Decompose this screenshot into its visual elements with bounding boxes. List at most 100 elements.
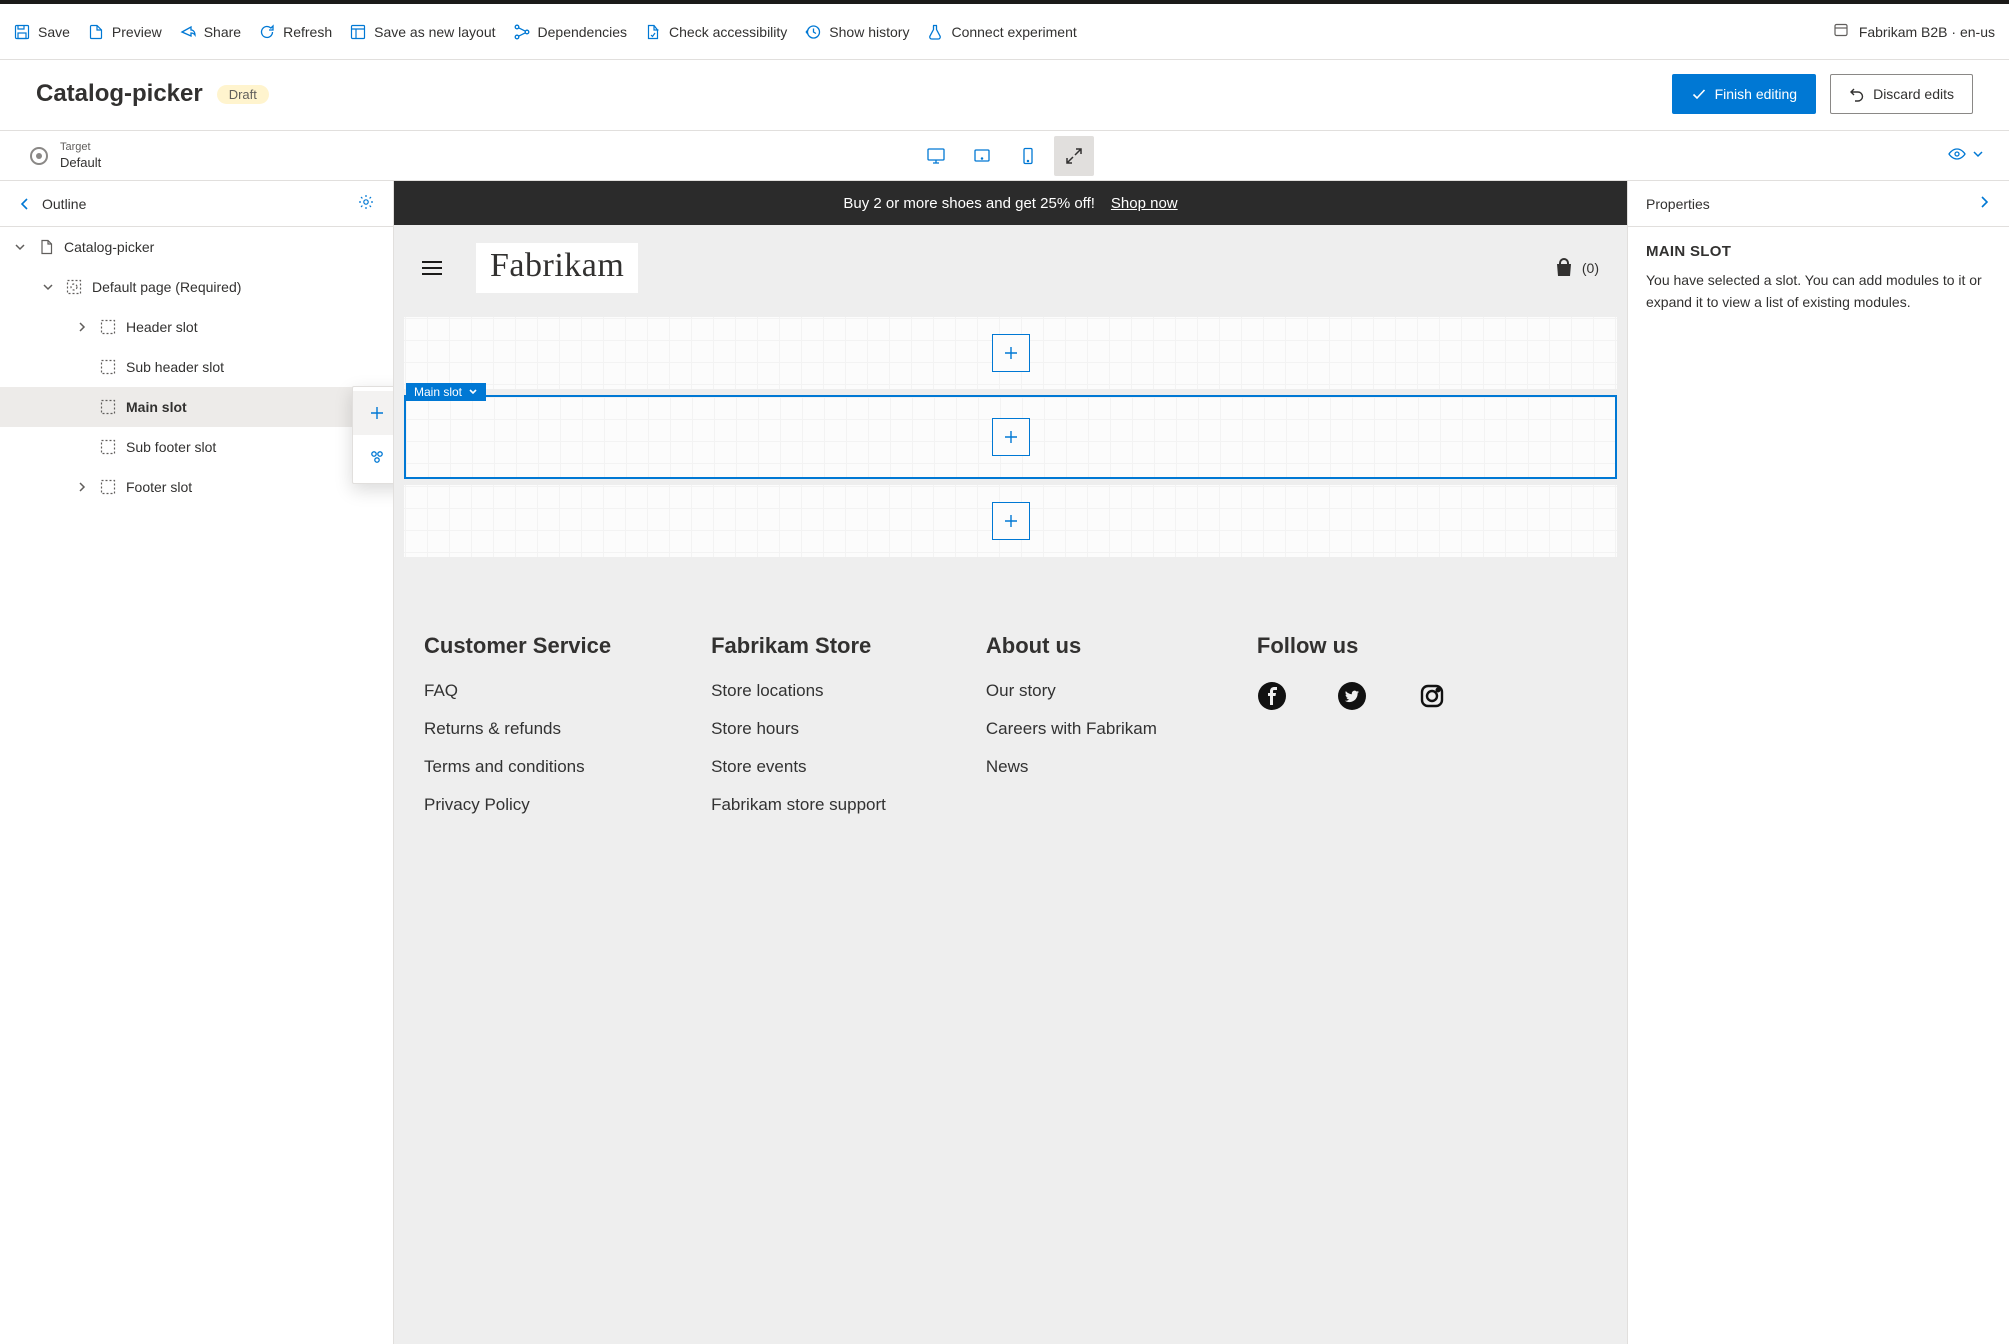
footer-col-about: About us Our story Careers with Fabrikam… — [986, 633, 1157, 833]
experiment-button[interactable]: Connect experiment — [927, 24, 1076, 40]
footer-link[interactable]: Store locations — [711, 681, 886, 701]
footer-link[interactable]: Our story — [986, 681, 1157, 701]
slot-icon — [100, 359, 116, 375]
title-bar: Catalog-picker Draft Finish editing Disc… — [0, 60, 2009, 131]
slot-main[interactable]: Main slot — [404, 395, 1617, 479]
undo-icon — [1849, 86, 1865, 102]
dependencies-button[interactable]: Dependencies — [514, 24, 628, 40]
refresh-icon — [259, 24, 275, 40]
finish-editing-button[interactable]: Finish editing — [1672, 74, 1817, 114]
cart-button[interactable]: (0) — [1554, 258, 1599, 278]
save-label: Save — [38, 24, 70, 40]
context-add-fragment[interactable]: Add fragment — [353, 435, 393, 479]
outline-back-button[interactable]: Outline — [18, 196, 86, 212]
history-icon — [805, 24, 821, 40]
tree-item-root[interactable]: Catalog-picker — [0, 227, 393, 267]
target-selector[interactable]: Target Default — [0, 141, 101, 169]
accessibility-icon — [645, 24, 661, 40]
options-bar: Target Default — [0, 131, 2009, 181]
dependencies-icon — [514, 24, 530, 40]
footer-link[interactable]: Careers with Fabrikam — [986, 719, 1157, 739]
facebook-icon[interactable] — [1257, 681, 1287, 711]
tree-label: Sub header slot — [126, 359, 224, 375]
tree-item-subheader-slot[interactable]: Sub header slot — [0, 347, 393, 387]
store-footer: Customer Service FAQ Returns & refunds T… — [394, 563, 1627, 873]
preview-canvas: Buy 2 or more shoes and get 25% off! Sho… — [394, 181, 1627, 1344]
save-icon — [14, 24, 30, 40]
promo-link[interactable]: Shop now — [1111, 195, 1178, 212]
footer-link[interactable]: Store hours — [711, 719, 886, 739]
target-label: Target — [60, 141, 101, 153]
context-menu: Add module Add fragment — [352, 386, 393, 484]
footer-link[interactable]: Store events — [711, 757, 886, 777]
plus-icon — [369, 405, 385, 421]
page-icon — [38, 239, 54, 255]
context-add-module[interactable]: Add module — [353, 391, 393, 435]
chevron-right-icon — [76, 321, 88, 333]
footer-link[interactable]: Returns & refunds — [424, 719, 611, 739]
history-button[interactable]: Show history — [805, 24, 909, 40]
brand-logo: Fabrikam — [476, 243, 638, 293]
tablet-icon — [972, 146, 992, 166]
device-mobile-button[interactable] — [1008, 136, 1048, 176]
share-icon — [180, 24, 196, 40]
plus-icon — [1002, 344, 1020, 362]
slot-subheader[interactable] — [404, 317, 1617, 389]
tree-item-subfooter-slot[interactable]: Sub footer slot — [0, 427, 393, 467]
slot-add-button[interactable] — [992, 502, 1030, 540]
tree-item-footer-slot[interactable]: Footer slot — [0, 467, 393, 507]
footer-heading: Customer Service — [424, 633, 611, 659]
tree-item-header-slot[interactable]: Header slot — [0, 307, 393, 347]
properties-heading: MAIN SLOT — [1646, 243, 1991, 260]
footer-link[interactable]: Fabrikam store support — [711, 795, 886, 815]
properties-expand-button[interactable] — [1977, 195, 1991, 212]
plus-icon — [1002, 428, 1020, 446]
footer-link[interactable]: Terms and conditions — [424, 757, 611, 777]
device-desktop-button[interactable] — [916, 136, 956, 176]
accessibility-button[interactable]: Check accessibility — [645, 24, 787, 40]
footer-col-store: Fabrikam Store Store locations Store hou… — [711, 633, 886, 833]
slot-add-button[interactable] — [992, 418, 1030, 456]
chevron-right-icon — [1977, 195, 1991, 209]
preview-button[interactable]: Preview — [88, 24, 162, 40]
store-header: Fabrikam (0) — [394, 225, 1627, 311]
dependencies-label: Dependencies — [538, 24, 628, 40]
slot-subfooter[interactable] — [404, 485, 1617, 557]
instagram-icon[interactable] — [1417, 681, 1447, 711]
share-button[interactable]: Share — [180, 24, 241, 40]
chevron-down-icon — [468, 387, 478, 397]
tree-item-default-page[interactable]: Default page (Required) — [0, 267, 393, 307]
slot-icon — [100, 439, 116, 455]
desktop-icon — [926, 146, 946, 166]
site-info: Fabrikam B2B · en-us — [1833, 22, 1995, 41]
footer-link[interactable]: News — [986, 757, 1157, 777]
save-button[interactable]: Save — [14, 24, 70, 40]
finish-editing-label: Finish editing — [1715, 86, 1798, 102]
visibility-chevron[interactable] — [1971, 147, 1985, 164]
outline-settings-button[interactable] — [357, 193, 375, 214]
slot-add-button[interactable] — [992, 334, 1030, 372]
cart-count: (0) — [1582, 260, 1599, 276]
slot-tag[interactable]: Main slot — [406, 383, 486, 401]
footer-link[interactable]: FAQ — [424, 681, 611, 701]
device-tablet-button[interactable] — [962, 136, 1002, 176]
tree-item-main-slot[interactable]: Main slot ··· — [0, 387, 393, 427]
outline-tree: Catalog-picker Default page (Required) H… — [0, 227, 393, 1344]
device-expand-button[interactable] — [1054, 136, 1094, 176]
status-badge: Draft — [217, 85, 269, 104]
chevron-down-icon — [1971, 147, 1985, 161]
discard-edits-button[interactable]: Discard edits — [1830, 74, 1973, 114]
save-layout-button[interactable]: Save as new layout — [350, 24, 495, 40]
refresh-button[interactable]: Refresh — [259, 24, 332, 40]
properties-text: You have selected a slot. You can add mo… — [1646, 270, 1991, 313]
footer-link[interactable]: Privacy Policy — [424, 795, 611, 815]
plus-icon — [1002, 512, 1020, 530]
discard-edits-label: Discard edits — [1873, 86, 1954, 102]
visibility-button[interactable] — [1947, 144, 1967, 167]
tree-label: Main slot — [126, 399, 187, 415]
twitter-icon[interactable] — [1337, 681, 1367, 711]
hamburger-button[interactable] — [422, 261, 442, 275]
footer-heading: Follow us — [1257, 633, 1447, 659]
preview-label: Preview — [112, 24, 162, 40]
gear-icon — [357, 193, 375, 211]
